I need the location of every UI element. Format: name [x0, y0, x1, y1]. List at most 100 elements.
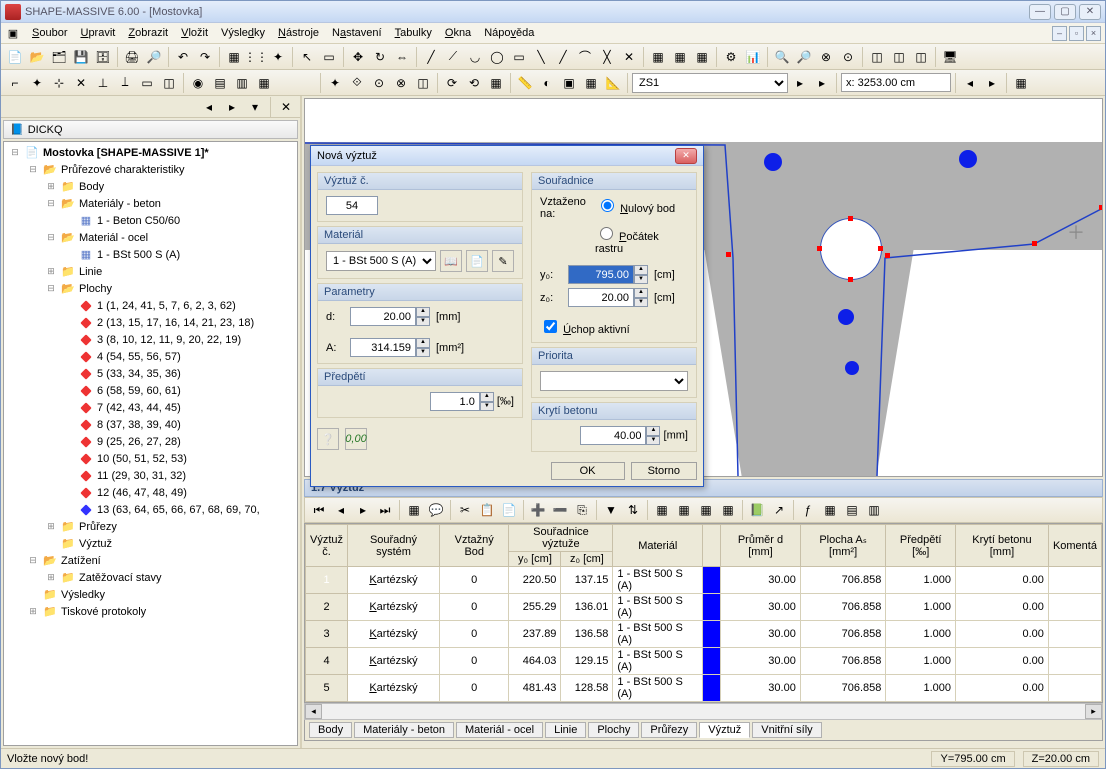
- tb-rotate[interactable]: ↻: [370, 47, 390, 67]
- tree-plocha-10[interactable]: 10 (50, 51, 52, 53): [97, 453, 187, 465]
- tb2-5[interactable]: ⊥: [93, 73, 113, 93]
- tt-f1[interactable]: ƒ: [798, 500, 818, 520]
- tree-zatizeni[interactable]: Zatížení: [61, 555, 101, 567]
- mdi-close[interactable]: ×: [1086, 26, 1101, 41]
- th-bod[interactable]: Vztažný Bod: [439, 525, 509, 567]
- tb-openall[interactable]: 🗂: [49, 47, 69, 67]
- tab-materi-l-ocel[interactable]: Materiál - ocel: [456, 722, 543, 738]
- tb2-12[interactable]: ▦: [254, 73, 274, 93]
- tree-plocha-3[interactable]: 3 (8, 10, 12, 11, 9, 20, 22, 19): [97, 334, 241, 346]
- tree-plochy[interactable]: Plochy: [79, 283, 112, 295]
- th-kryti[interactable]: Krytí betonu [mm]: [956, 525, 1049, 567]
- tree-plocha-1[interactable]: 1 (1, 24, 41, 5, 7, 6, 2, 3, 62): [97, 300, 236, 312]
- menu-okna[interactable]: Okna: [440, 25, 476, 41]
- tb-line5[interactable]: ╳: [597, 47, 617, 67]
- tree-view[interactable]: ⊟📄Mostovka [SHAPE-MASSIVE 1]* ⊟📂Průřezov…: [3, 141, 298, 746]
- tb2-43[interactable]: ▦: [581, 73, 601, 93]
- ok-button[interactable]: OK: [551, 462, 625, 480]
- tb-grid[interactable]: ▦: [224, 47, 244, 67]
- row-header[interactable]: 3: [306, 621, 348, 648]
- tb-zoom2[interactable]: 🔎: [794, 47, 814, 67]
- tt-f4[interactable]: ▥: [864, 500, 884, 520]
- tb-undo[interactable]: ↶: [173, 47, 193, 67]
- tree-body[interactable]: Body: [79, 181, 104, 193]
- select-priorita[interactable]: [540, 371, 688, 391]
- input-number[interactable]: [326, 196, 378, 215]
- input-predpeti[interactable]: [430, 392, 480, 411]
- tb-preview[interactable]: 🔎: [144, 47, 164, 67]
- th-coords[interactable]: Souřadnice výztuže: [509, 525, 613, 552]
- tt-del[interactable]: ➖: [550, 500, 570, 520]
- menu-tabulky[interactable]: Tabulky: [390, 25, 437, 41]
- th-sys[interactable]: Souřadný systém: [348, 525, 440, 567]
- checkbox-uchop[interactable]: Úchop aktivní: [540, 324, 630, 336]
- tt-excel[interactable]: 📗: [747, 500, 767, 520]
- tb2-6[interactable]: ⟘: [115, 73, 135, 93]
- tree-plocha-5[interactable]: 5 (33, 34, 35, 36): [97, 368, 181, 380]
- tb2-21[interactable]: ⟐: [347, 73, 367, 93]
- tree-plocha-8[interactable]: 8 (37, 38, 39, 40): [97, 419, 181, 431]
- tb2-40[interactable]: 📏: [515, 73, 535, 93]
- th-color[interactable]: [703, 525, 721, 567]
- tb2-2[interactable]: ✦: [27, 73, 47, 93]
- row-header[interactable]: 4: [306, 648, 348, 675]
- tt-export[interactable]: ↗: [769, 500, 789, 520]
- tb2-20[interactable]: ✦: [325, 73, 345, 93]
- tb-g3[interactable]: ◫: [911, 47, 931, 67]
- th-num[interactable]: Výztuž č.: [306, 525, 348, 567]
- tb-t3[interactable]: ▦: [692, 47, 712, 67]
- tb-g2[interactable]: ◫: [889, 47, 909, 67]
- nav-right[interactable]: ▸: [222, 97, 242, 117]
- material-lib-button[interactable]: 📖: [440, 250, 462, 272]
- tb-dots[interactable]: ⋮⋮: [246, 47, 266, 67]
- menu-nastroje[interactable]: Nástroje: [273, 25, 324, 41]
- tab-plochy[interactable]: Plochy: [588, 722, 639, 738]
- tb2-44[interactable]: 📐: [603, 73, 623, 93]
- tt-new[interactable]: ➕: [528, 500, 548, 520]
- tt-e2[interactable]: ▦: [674, 500, 694, 520]
- nav-close[interactable]: ✕: [276, 97, 296, 117]
- menu-nastaveni[interactable]: Nastavení: [327, 25, 387, 41]
- tb2-9[interactable]: ◉: [188, 73, 208, 93]
- help-button[interactable]: ❔: [317, 428, 339, 450]
- tb-new[interactable]: 📄: [5, 47, 25, 67]
- tt-cut[interactable]: ✂: [455, 500, 475, 520]
- tb-poly[interactable]: ⟋: [443, 47, 463, 67]
- tt-filter[interactable]: ▼: [601, 500, 621, 520]
- tb-redo[interactable]: ↷: [195, 47, 215, 67]
- tb-snap[interactable]: ✦: [268, 47, 288, 67]
- nav-left[interactable]: ◂: [199, 97, 219, 117]
- tb-move[interactable]: ✥: [348, 47, 368, 67]
- tb-line4[interactable]: ⌒: [575, 47, 595, 67]
- tree-vyztuz[interactable]: Výztuž: [79, 538, 112, 550]
- tab-linie[interactable]: Linie: [545, 722, 586, 738]
- tb2-rnav[interactable]: ▸: [812, 73, 832, 93]
- menu-soubor[interactable]: Soubor: [27, 25, 72, 41]
- tree-beton-1[interactable]: 1 - Beton C50/60: [97, 215, 180, 227]
- input-a[interactable]: [350, 338, 416, 357]
- tb-box[interactable]: ▭: [319, 47, 339, 67]
- menu-vysledky[interactable]: Výsledky: [216, 25, 270, 41]
- tt-next[interactable]: ▸: [353, 500, 373, 520]
- tree-plocha-6[interactable]: 6 (58, 59, 60, 61): [97, 385, 181, 397]
- tab-vnit-n-s-ly[interactable]: Vnitřní síly: [752, 722, 821, 738]
- tb-line2[interactable]: ╲: [531, 47, 551, 67]
- spin-up-icon[interactable]: ▲: [416, 307, 430, 317]
- tb2-32[interactable]: ▦: [486, 73, 506, 93]
- tb-monitor[interactable]: 🖥: [940, 47, 960, 67]
- th-koment[interactable]: Komentá: [1048, 525, 1101, 567]
- tree-plocha-7[interactable]: 7 (42, 43, 44, 45): [97, 402, 181, 414]
- tree-zat-stavy[interactable]: Zatěžovací stavy: [79, 572, 162, 584]
- menu-vlozit[interactable]: Vložit: [176, 25, 213, 41]
- tb2-grid[interactable]: ▦: [1011, 73, 1031, 93]
- tb-rect[interactable]: ▭: [509, 47, 529, 67]
- input-d[interactable]: [350, 307, 416, 326]
- th-prumer[interactable]: Průměr d [mm]: [721, 525, 801, 567]
- th-y0[interactable]: y₀ [cm]: [509, 552, 561, 567]
- tab-pr-ezy[interactable]: Průřezy: [641, 722, 697, 738]
- menu-zobrazit[interactable]: Zobrazit: [123, 25, 173, 41]
- tb-arc[interactable]: ◡: [465, 47, 485, 67]
- tb-zoom1[interactable]: 🔍: [772, 47, 792, 67]
- coord-input[interactable]: [841, 73, 951, 92]
- tb2-8[interactable]: ◫: [159, 73, 179, 93]
